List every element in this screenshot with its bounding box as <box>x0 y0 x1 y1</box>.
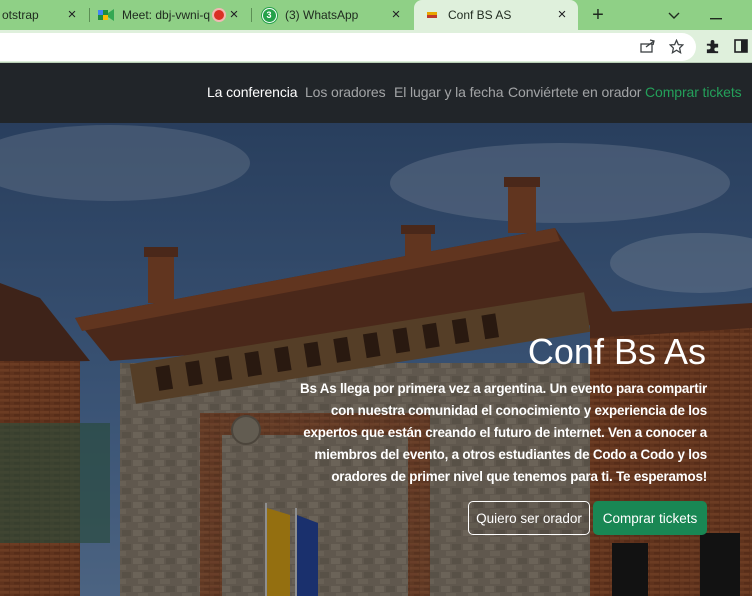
nav-link-lugar-fecha[interactable]: El lugar y la fecha <box>394 84 503 100</box>
tab-bootstrap[interactable]: otstrap × <box>0 0 88 30</box>
tab-whatsapp[interactable]: 3 (3) WhatsApp × <box>252 0 412 30</box>
new-tab-button[interactable]: + <box>586 3 610 27</box>
become-speaker-button[interactable]: Quiero ser orador <box>468 501 590 535</box>
hero-title: Conf Bs As <box>527 331 706 372</box>
recording-icon <box>214 10 225 20</box>
google-meet-icon <box>98 7 114 23</box>
buy-tickets-button[interactable]: Comprar tickets <box>593 501 707 535</box>
site-favicon <box>424 7 440 23</box>
extensions-icon[interactable] <box>703 37 721 55</box>
tab-title: otstrap <box>2 8 39 22</box>
nav-link-conferencia[interactable]: La conferencia <box>207 84 298 100</box>
minimize-icon[interactable] <box>704 3 728 27</box>
sidebar-icon[interactable] <box>732 37 750 55</box>
browser-toolbar <box>0 30 752 63</box>
chevron-down-icon[interactable] <box>662 3 686 27</box>
star-icon[interactable] <box>667 37 685 55</box>
share-icon[interactable] <box>639 37 657 55</box>
address-bar[interactable] <box>0 33 696 61</box>
tab-conf-bs-as[interactable]: Conf BS AS × <box>414 0 578 30</box>
nav-link-comprar-tickets[interactable]: Comprar tickets <box>645 84 742 100</box>
browser-tab-strip: otstrap × Meet: dbj-vwni-q × 3 (3) Whats… <box>0 0 752 30</box>
close-icon[interactable]: × <box>554 7 570 23</box>
close-icon[interactable]: × <box>64 7 80 23</box>
tab-title: Conf BS AS <box>448 8 512 22</box>
site-navbar: La conferencia Los oradores El lugar y l… <box>0 63 752 123</box>
nav-link-oradores[interactable]: Los oradores <box>305 84 386 100</box>
hero-description: Bs As llega por primera vez a argentina.… <box>300 381 707 484</box>
tab-meet[interactable]: Meet: dbj-vwni-q × <box>90 0 250 30</box>
close-icon[interactable]: × <box>388 7 404 23</box>
hero-section: Conf Bs As Bs As llega por primera vez a… <box>0 123 752 596</box>
notification-badge: 3 <box>261 7 277 23</box>
nav-link-convertite-orador[interactable]: Conviértete en orador <box>508 84 641 100</box>
tab-title: Meet: dbj-vwni-q <box>122 8 211 22</box>
close-icon[interactable]: × <box>226 7 242 23</box>
whatsapp-icon: 3 <box>261 7 277 23</box>
tab-title: (3) WhatsApp <box>285 8 359 22</box>
